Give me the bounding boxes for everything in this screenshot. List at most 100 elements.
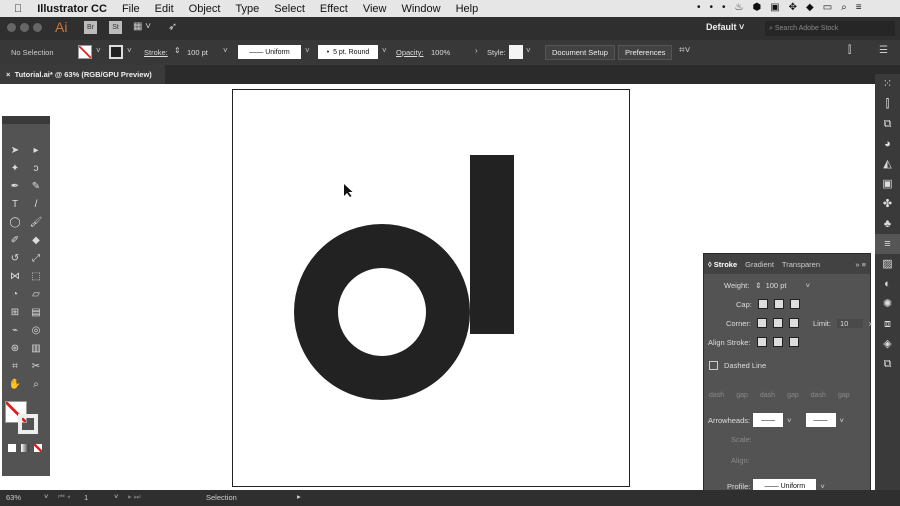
weight-label: Weight:	[724, 281, 750, 290]
brushes-icon[interactable]: ✤	[875, 194, 900, 214]
status-bar: 63% ˅ ⏮ ◂ 1 ˅ ▸ ⏭ Selection ▸	[0, 490, 900, 506]
panel-dock: ⁙ ⫿ ⧉ ◕ ◭ ▣ ✤ ♣ ≡ ▨ ◐ ✺ ⧈ ◈ ⧉	[875, 74, 900, 490]
eyedropper-tool-icon[interactable]: ⌁	[8, 324, 22, 338]
cap-label: Cap:	[736, 299, 752, 309]
panel-options-icon[interactable]: » ≡	[855, 260, 866, 269]
panel-menu-icon[interactable]: ☰	[879, 45, 888, 56]
weight-stepper[interactable]: ⇕	[755, 281, 761, 290]
mouse-cursor-icon	[344, 184, 353, 197]
direct-selection-tool-icon[interactable]: ▸	[29, 144, 43, 158]
dashed-line-label: Dashed Line	[724, 361, 767, 370]
end-arrowhead-dropdown[interactable]: ˅	[840, 416, 844, 425]
stroke-color-swatch[interactable]	[18, 414, 38, 434]
start-arrowhead-select[interactable]: ——	[753, 413, 784, 427]
gradient-tool-icon[interactable]: ▤	[29, 306, 43, 320]
graphic-styles-icon[interactable]: ⧈	[875, 314, 900, 334]
pen-tool-icon[interactable]: ✒	[8, 180, 22, 194]
rectangle-shape[interactable]	[470, 155, 514, 334]
libraries-icon[interactable]: ⁙	[875, 74, 900, 94]
line-tool-icon[interactable]: /	[29, 198, 43, 212]
hand-tool-icon[interactable]: ✋	[8, 378, 22, 392]
width-tool-icon[interactable]: ⋈	[8, 270, 22, 284]
none-mode-icon[interactable]	[34, 444, 42, 452]
scale-tool-icon[interactable]: ⤢	[29, 252, 43, 266]
status-menu-arrow[interactable]: ▸	[297, 492, 301, 501]
align-outside-icon[interactable]	[788, 337, 799, 347]
symbols-icon[interactable]: ♣	[875, 214, 900, 234]
slice-tool-icon[interactable]: ✂	[29, 360, 43, 374]
panel-tabs: ◊ Stroke Gradient Transparen » ≡	[704, 254, 870, 274]
image-trace-icon[interactable]: ▣	[875, 174, 900, 194]
color-mode-icon[interactable]	[8, 444, 16, 452]
transform-icon[interactable]: ⧉	[875, 114, 900, 134]
shaper-tool-icon[interactable]: ✐	[8, 234, 22, 248]
magic-wand-tool-icon[interactable]: ✦	[8, 162, 22, 176]
tab-transparency[interactable]: Transparen	[782, 260, 820, 269]
gradient-mode-icon[interactable]	[21, 444, 29, 452]
blend-tool-icon[interactable]: ◎	[29, 324, 43, 338]
first-artboard-icon[interactable]: ⏮ ◂	[58, 492, 70, 502]
paintbrush-tool-icon[interactable]: 🖌	[29, 216, 43, 230]
tools-panel: ➤ ▸ ✦ ↄ ✒ ✎ T / ◯ 🖌 ✐ ◆ ↺ ⤢ ⋈ ⬚ ◔ ▱ ⊞ ▤ …	[2, 116, 50, 476]
corner-label: Corner:	[726, 318, 752, 328]
dash-label-1: dash	[709, 392, 725, 399]
weight-value[interactable]: 100 pt	[766, 281, 806, 290]
transparency-icon[interactable]: ◐	[875, 274, 900, 294]
ellipse-tool-icon[interactable]: ◯	[8, 216, 22, 230]
graph-tool-icon[interactable]: ▥	[29, 342, 43, 356]
limit-input[interactable]: 10	[836, 318, 863, 328]
selection-tool-icon[interactable]: ➤	[8, 144, 22, 158]
type-tool-icon[interactable]: T	[8, 198, 22, 212]
free-transform-tool-icon[interactable]: ⬚	[29, 270, 43, 284]
layers-icon[interactable]: ◈	[875, 334, 900, 354]
end-arrowhead-select[interactable]: ——	[805, 413, 836, 427]
align-center-icon[interactable]	[756, 337, 767, 347]
gradient-panel-icon[interactable]: ▨	[875, 254, 900, 274]
tab-gradient[interactable]: Gradient	[745, 260, 774, 269]
artboard-tool-icon[interactable]: ⌗	[8, 360, 22, 374]
align-arrow-label: Align:	[731, 456, 750, 465]
gap-label-3: gap	[837, 392, 850, 399]
tab-stroke-label: Stroke	[713, 259, 738, 269]
start-arrowhead-dropdown[interactable]: ˅	[787, 416, 791, 425]
color-icon[interactable]: ◕	[875, 134, 900, 154]
butt-cap-icon[interactable]	[757, 299, 768, 309]
weight-dropdown[interactable]: ˅	[806, 281, 810, 290]
artboard-number[interactable]: 1	[84, 493, 88, 502]
curvature-tool-icon[interactable]: ✎	[29, 180, 43, 194]
profile-select-value: Uniform	[780, 482, 806, 490]
limit-label: Limit:	[813, 318, 831, 328]
ring-shape[interactable]	[294, 224, 470, 400]
zoom-dropdown[interactable]: ˅	[44, 492, 48, 501]
miter-join-icon[interactable]	[757, 318, 768, 328]
stroke-panel-icon[interactable]: ≡	[875, 234, 900, 254]
mesh-tool-icon[interactable]: ⊞	[8, 306, 22, 320]
zoom-level[interactable]: 63%	[6, 493, 21, 502]
align-inside-icon[interactable]	[772, 337, 783, 347]
next-artboard-icon[interactable]: ▸ ⏭	[128, 492, 141, 502]
stroke-panel: ◊ Stroke Gradient Transparen » ≡ Weight:…	[703, 253, 873, 500]
projecting-cap-icon[interactable]	[789, 299, 800, 309]
round-cap-icon[interactable]	[773, 299, 784, 309]
shape-builder-tool-icon[interactable]: ◔	[8, 288, 22, 302]
arrowheads-label: Arrowheads:	[708, 415, 751, 425]
lasso-tool-icon[interactable]: ↄ	[29, 162, 43, 176]
align-panel-icon[interactable]: ⫿	[875, 94, 900, 114]
eraser-tool-icon[interactable]: ◆	[29, 234, 43, 248]
bevel-join-icon[interactable]	[789, 318, 800, 328]
current-tool: Selection	[206, 493, 237, 502]
perspective-grid-tool-icon[interactable]: ▱	[29, 288, 43, 302]
align-stroke-label: Align Stroke:	[708, 337, 751, 347]
rotate-tool-icon[interactable]: ↺	[8, 252, 22, 266]
tab-stroke[interactable]: ◊ Stroke	[708, 260, 737, 269]
gap-label-1: gap	[736, 392, 748, 399]
artboard-dropdown[interactable]: ˅	[114, 492, 118, 501]
symbol-sprayer-tool-icon[interactable]: ⊛	[8, 342, 22, 356]
artboards-icon[interactable]: ⧉	[875, 354, 900, 374]
zoom-tool-icon[interactable]: ⌕	[29, 378, 43, 392]
round-join-icon[interactable]	[773, 318, 784, 328]
gap-label-2: gap	[787, 392, 799, 399]
appearance-icon[interactable]: ✺	[875, 294, 900, 314]
dashed-line-checkbox[interactable]	[709, 361, 718, 370]
color-guide-icon[interactable]: ◭	[875, 154, 900, 174]
